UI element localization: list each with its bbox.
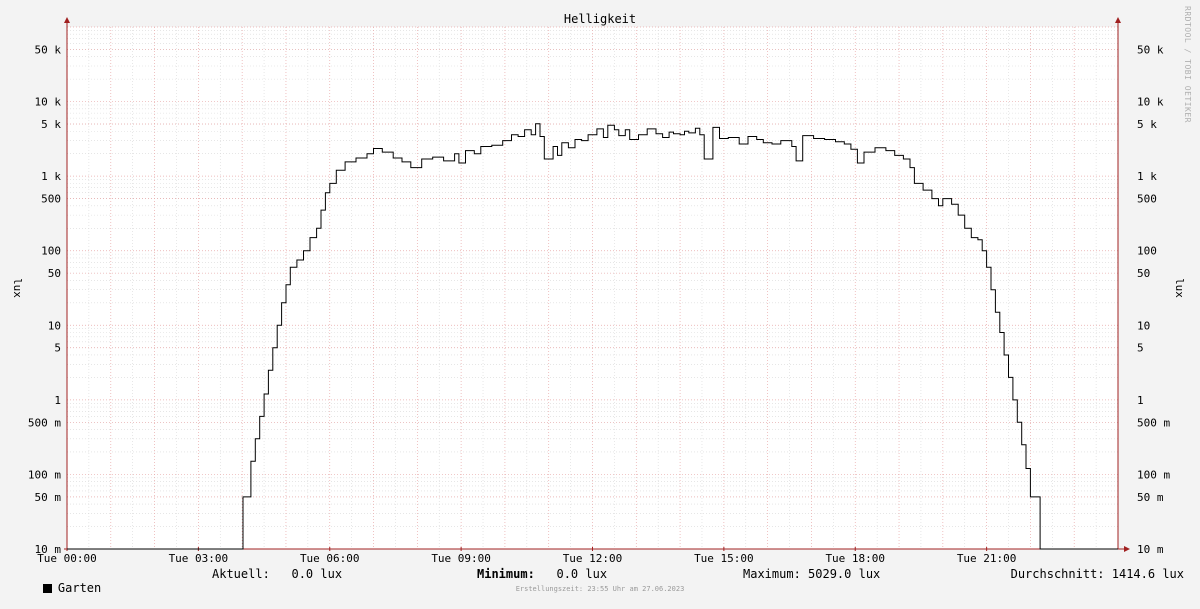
rrdtool-watermark: RRDTOOL / TOBI OETIKER (1183, 6, 1192, 123)
legend-durchschnitt: Durchschnitt: 1414.6 lux (1010, 567, 1184, 581)
y-tick-label: 100 (41, 245, 61, 258)
y-tick-label-right: 100 m (1137, 468, 1170, 481)
y-tick-label-right: 5 (1137, 342, 1144, 355)
legend-minimum: Minimum: 0.0 lux (477, 567, 607, 581)
y-tick-label-right: 10 (1137, 319, 1150, 332)
legend-minimum-value: 0.0 lux (534, 567, 608, 581)
x-tick-label: Tue 18:00 (825, 552, 885, 565)
x-tick-label: Tue 21:00 (957, 552, 1017, 565)
y-tick-label-right: 10 m (1137, 543, 1164, 556)
y-tick-label: 50 k (35, 43, 62, 56)
y-tick-label-right: 1 (1137, 394, 1144, 407)
y-tick-label: 50 m (35, 491, 62, 504)
legend-aktuell: Aktuell: 0.0 lux (212, 567, 343, 581)
y-tick-label: 10 k (35, 96, 62, 109)
x-tick-label: Tue 03:00 (169, 552, 229, 565)
chart-window: 50 k 10 k 5 k 1 k 500 100 50 10 5 1 500 m 100 m 50 m… (0, 0, 1200, 600)
y-tick-label-right: 100 (1137, 245, 1157, 258)
y-tick-label: 5 k (41, 118, 61, 131)
y-tick-label-right: 5 k (1137, 118, 1157, 131)
y-tick-label: 500 (41, 193, 61, 206)
y-tick-label: 500 m (28, 416, 61, 429)
y-axis-label-left: lux (11, 278, 24, 298)
y-tick-label-right: 500 (1137, 193, 1157, 206)
x-tick-label: Tue 00:00 (37, 552, 97, 565)
y-tick-label: 50 (48, 267, 61, 280)
y-axis-label-right: lux (1173, 278, 1186, 298)
legend-minimum-label: Minimum: (477, 567, 535, 581)
x-tick-label: Tue 15:00 (694, 552, 754, 565)
y-tick-label-right: 10 k (1137, 96, 1164, 109)
x-tick-label: Tue 09:00 (431, 552, 491, 565)
y-tick-label: 1 k (41, 170, 61, 183)
x-tick-label: Tue 12:00 (563, 552, 623, 565)
y-tick-label: 1 (54, 394, 61, 407)
y-tick-label: 10 (48, 319, 61, 332)
y-tick-label-right: 50 (1137, 267, 1150, 280)
x-tick-label: Tue 06:00 (300, 552, 360, 565)
y-tick-label: 100 m (28, 468, 61, 481)
y-tick-label-right: 50 k (1137, 43, 1164, 56)
y-tick-label: 5 (54, 342, 61, 355)
footer-creation-time: Erstellungszeit: 23:55 Uhr am 27.06.2023 (515, 585, 685, 593)
y-tick-label-right: 500 m (1137, 416, 1170, 429)
y-tick-label-right: 1 k (1137, 170, 1157, 183)
chart-title: Helligkeit (564, 12, 636, 26)
chart-canvas: 50 k 10 k 5 k 1 k 500 100 50 10 5 1 500 m 100 m 50 m… (0, 0, 1200, 600)
y-tick-label-right: 50 m (1137, 491, 1164, 504)
legend-maximum: Maximum: 5029.0 lux (743, 567, 881, 581)
